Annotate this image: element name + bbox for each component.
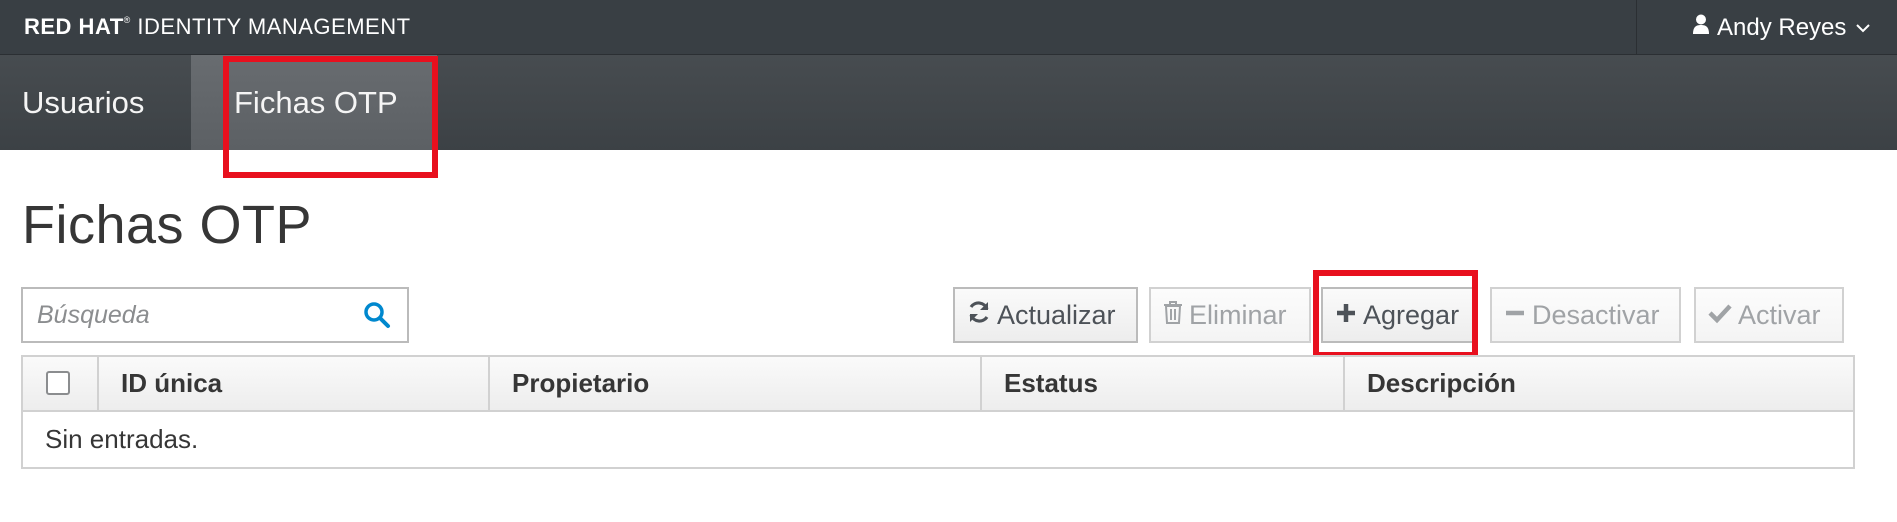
activate-label: Activar (1738, 300, 1821, 330)
delete-button[interactable]: Eliminar (1149, 287, 1311, 343)
column-header-owner[interactable]: Propietario (488, 357, 983, 410)
add-label: Agregar (1363, 300, 1460, 330)
brand-trademark: ® (123, 15, 131, 25)
trash-icon (1163, 289, 1183, 341)
brand-product-text: IDENTITY MANAGEMENT (137, 14, 411, 39)
column-header-description[interactable]: Descripción (1343, 357, 1853, 410)
refresh-button[interactable]: Actualizar (953, 287, 1138, 343)
check-icon (1708, 289, 1732, 341)
page-title: Fichas OTP (22, 195, 313, 255)
empty-table-message: Sin entradas. (45, 424, 199, 454)
column-header-status[interactable]: Estatus (980, 357, 1344, 410)
table-header: ID única Propietario Estatus Descripción (23, 357, 1853, 412)
brand-logo: RED HAT® IDENTITY MANAGEMENT (24, 12, 411, 42)
column-header-unique-id[interactable]: ID única (97, 357, 511, 410)
tab-fichas-otp[interactable]: Fichas OTP (191, 55, 437, 150)
deactivate-label: Desactivar (1532, 300, 1660, 330)
select-all-checkbox[interactable] (46, 371, 70, 395)
refresh-icon (967, 289, 991, 341)
masthead: RED HAT® IDENTITY MANAGEMENT Andy Reyes (0, 0, 1897, 55)
search-box (21, 287, 409, 343)
user-name: Andy Reyes (1717, 14, 1847, 41)
search-input[interactable] (23, 289, 353, 341)
tab-usuarios[interactable]: Usuarios (0, 55, 191, 150)
user-menu[interactable]: Andy Reyes (1636, 0, 1897, 55)
add-button[interactable]: Agregar (1321, 287, 1474, 343)
deactivate-button[interactable]: Desactivar (1490, 287, 1681, 343)
chevron-down-icon (1856, 0, 1871, 53)
minus-icon (1504, 289, 1526, 341)
select-all-cell (23, 357, 97, 410)
search-icon[interactable] (363, 301, 393, 331)
user-icon (1693, 0, 1709, 54)
activate-button[interactable]: Activar (1694, 287, 1844, 343)
refresh-label: Actualizar (997, 300, 1116, 330)
primary-nav: Usuarios Fichas OTP (0, 55, 1897, 150)
plus-icon (1335, 289, 1357, 341)
otp-tokens-table: ID única Propietario Estatus Descripción… (21, 355, 1855, 469)
delete-label: Eliminar (1189, 300, 1287, 330)
brand-bold-text: RED HAT (24, 14, 124, 39)
